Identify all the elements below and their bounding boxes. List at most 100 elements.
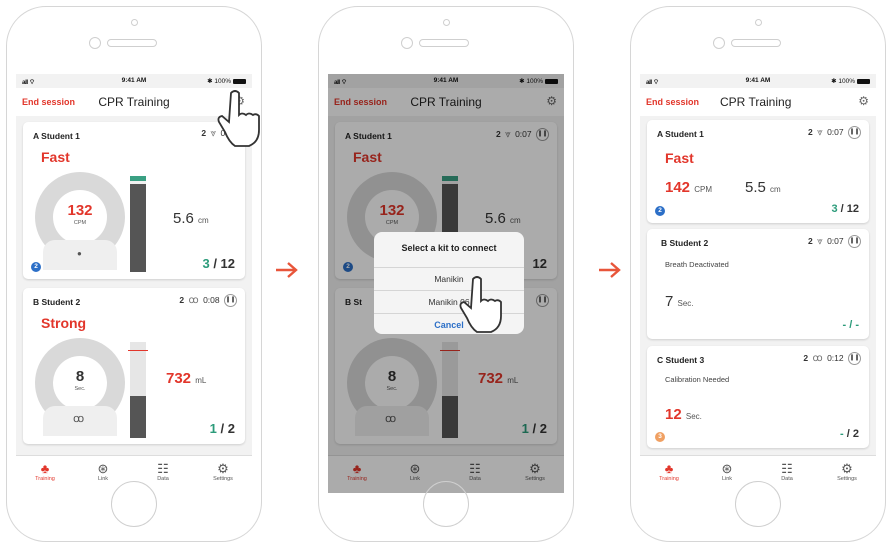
cpr-training-icon: ♣: [40, 461, 50, 476]
depth-unit: cm: [770, 185, 781, 194]
seconds-unit: Sec.: [685, 412, 702, 421]
elapsed-time: 0:07: [827, 235, 844, 246]
connect-kit-icon[interactable]: ⚙: [858, 94, 869, 108]
proximity-sensor: [89, 37, 101, 49]
score-current: -: [840, 428, 844, 440]
badge-count: 2: [655, 206, 665, 216]
score-total: / 12: [840, 203, 859, 215]
student-card-a[interactable]: A Student 1 2 ⩔ 0:07 Fast 132 CPM ● 5.6 …: [23, 122, 245, 279]
card-meta: 2 ꝏ 0:08 ❚❚: [179, 294, 237, 307]
lungs-icon: ꝏ: [73, 413, 85, 425]
depth-value: 5.6: [173, 210, 194, 227]
pause-button[interactable]: ❚❚: [848, 352, 861, 365]
student-card-b[interactable]: B Student 2 2 ꝏ 0:08 ❚❚ Strong 8 Sec. ꝏ …: [23, 288, 245, 444]
feedback-status: Fast: [665, 150, 694, 166]
cpr-training-icon: ♣: [664, 461, 674, 476]
front-camera: [131, 19, 138, 26]
screen-kit-select: all ⌔ 9:41 AM ✱ 100% End session CPR Tra…: [328, 74, 564, 493]
battery-icon: [857, 78, 870, 84]
badge-count: 3: [655, 432, 665, 442]
seconds-readout: 12 Sec.: [665, 406, 702, 423]
tab-label: Training: [35, 476, 55, 482]
cycle-count: 2: [179, 294, 185, 305]
home-button[interactable]: [111, 481, 157, 527]
badge-count: 2: [31, 262, 41, 272]
earpiece-speaker: [419, 39, 469, 47]
cycle-count: 2: [803, 352, 809, 363]
pause-button[interactable]: ❚❚: [848, 126, 861, 139]
student-name: B Student 2: [661, 238, 709, 248]
tab-settings[interactable]: ⚙ Settings: [822, 461, 872, 482]
battery-icon: [233, 78, 246, 84]
score-total: / 2: [846, 428, 859, 440]
tab-label: Link: [97, 476, 109, 482]
tab-training[interactable]: ♣ Training: [644, 461, 694, 482]
phone-frame-2: all ⌔ 9:41 AM ✱ 100% End session CPR Tra…: [318, 6, 574, 542]
student-name: A Student 1: [657, 129, 704, 139]
volume-readout: 732 mL: [166, 370, 206, 387]
card-meta: 2 ⩔ 0:07 ❚❚: [808, 126, 861, 139]
student-name: A Student 1: [33, 131, 80, 141]
tab-data[interactable]: ☷ Data: [762, 461, 812, 482]
tab-data[interactable]: ☷ Data: [138, 461, 188, 482]
dialog-title: Select a kit to connect: [374, 232, 524, 268]
student-card-b[interactable]: B Student 2 2 ⩔ 0:07 ❚❚ Breath Deactivat…: [647, 229, 869, 339]
seconds-value: 8: [75, 368, 85, 385]
seconds-value: 7: [665, 293, 674, 310]
screen-three-students: all ⌔ 9:41 AM ✱ 100% End session CPR Tra…: [640, 74, 876, 493]
arrow-right-icon: [599, 262, 621, 278]
score: - / 2: [840, 428, 859, 440]
data-group-icon: ☷: [781, 461, 793, 476]
rate-unit: CPM: [694, 185, 712, 194]
score-total: / 2: [220, 421, 235, 436]
score: - / -: [842, 319, 860, 331]
end-session-button[interactable]: End session: [646, 97, 699, 107]
compression-mode-icon: ⩔: [210, 128, 217, 139]
status-bar: all ⌔ 9:41 AM ✱ 100%: [16, 74, 252, 88]
tab-label: Link: [721, 476, 733, 482]
score: 3 / 12: [831, 203, 859, 215]
seconds-readout: 7 Sec.: [665, 293, 694, 310]
proximity-sensor: [401, 37, 413, 49]
earpiece-speaker: [731, 39, 781, 47]
score-current: 3: [831, 203, 838, 215]
home-button[interactable]: [423, 481, 469, 527]
volume-value: 732: [166, 370, 192, 387]
cycle-count: 2: [807, 126, 813, 137]
pause-button[interactable]: ❚❚: [224, 294, 237, 307]
battery-label: ✱ 100%: [831, 78, 855, 85]
device-status: Calibration Needed: [665, 375, 730, 384]
tab-label: Data: [781, 476, 793, 482]
student-card-a[interactable]: A Student 1 2 ⩔ 0:07 ❚❚ Fast 142 CPM 5.5…: [647, 120, 869, 223]
feedback-status: Fast: [41, 149, 70, 165]
elapsed-time: 0:12: [827, 352, 844, 363]
seconds-value: 12: [665, 406, 682, 423]
volume-unit: mL: [195, 376, 207, 385]
tab-label: Training: [659, 476, 679, 482]
link-kit-icon: ⊛: [721, 461, 733, 476]
depth-readout: 5.5 cm: [745, 179, 781, 196]
seconds-unit: Sec.: [677, 299, 694, 308]
depth-value: 5.5: [745, 179, 766, 196]
tab-label: Data: [157, 476, 169, 482]
depth-unit: cm: [198, 216, 209, 225]
student-name: C Student 3: [657, 355, 705, 365]
student-card-c[interactable]: C Student 3 2 ꝏ 0:12 ❚❚ Calibration Need…: [647, 346, 869, 448]
tab-training[interactable]: ♣ Training: [20, 461, 70, 482]
tab-settings[interactable]: ⚙ Settings: [198, 461, 248, 482]
pause-button[interactable]: ❚❚: [848, 235, 861, 248]
gear-icon: ⚙: [841, 461, 853, 476]
phone-frame-1: all ⌔ 9:41 AM ✱ 100% End session CPR Tra…: [6, 6, 262, 542]
nav-bar: End session CPR Training ⚙: [640, 88, 876, 116]
rate-value: 132: [67, 202, 93, 219]
tab-link[interactable]: ⊛ Link: [78, 461, 128, 482]
battery-label: ✱ 100%: [207, 78, 231, 85]
volume-bar: [128, 342, 148, 438]
tab-link[interactable]: ⊛ Link: [702, 461, 752, 482]
card-meta: 2 ⩔ 0:07 ❚❚: [808, 235, 861, 248]
tap-hand-icon: [459, 276, 502, 333]
home-button[interactable]: [735, 481, 781, 527]
score-total: / 12: [213, 256, 235, 271]
compression-mode-icon: ⩔: [817, 235, 823, 247]
card-meta: 2 ꝏ 0:12 ❚❚: [803, 352, 861, 365]
